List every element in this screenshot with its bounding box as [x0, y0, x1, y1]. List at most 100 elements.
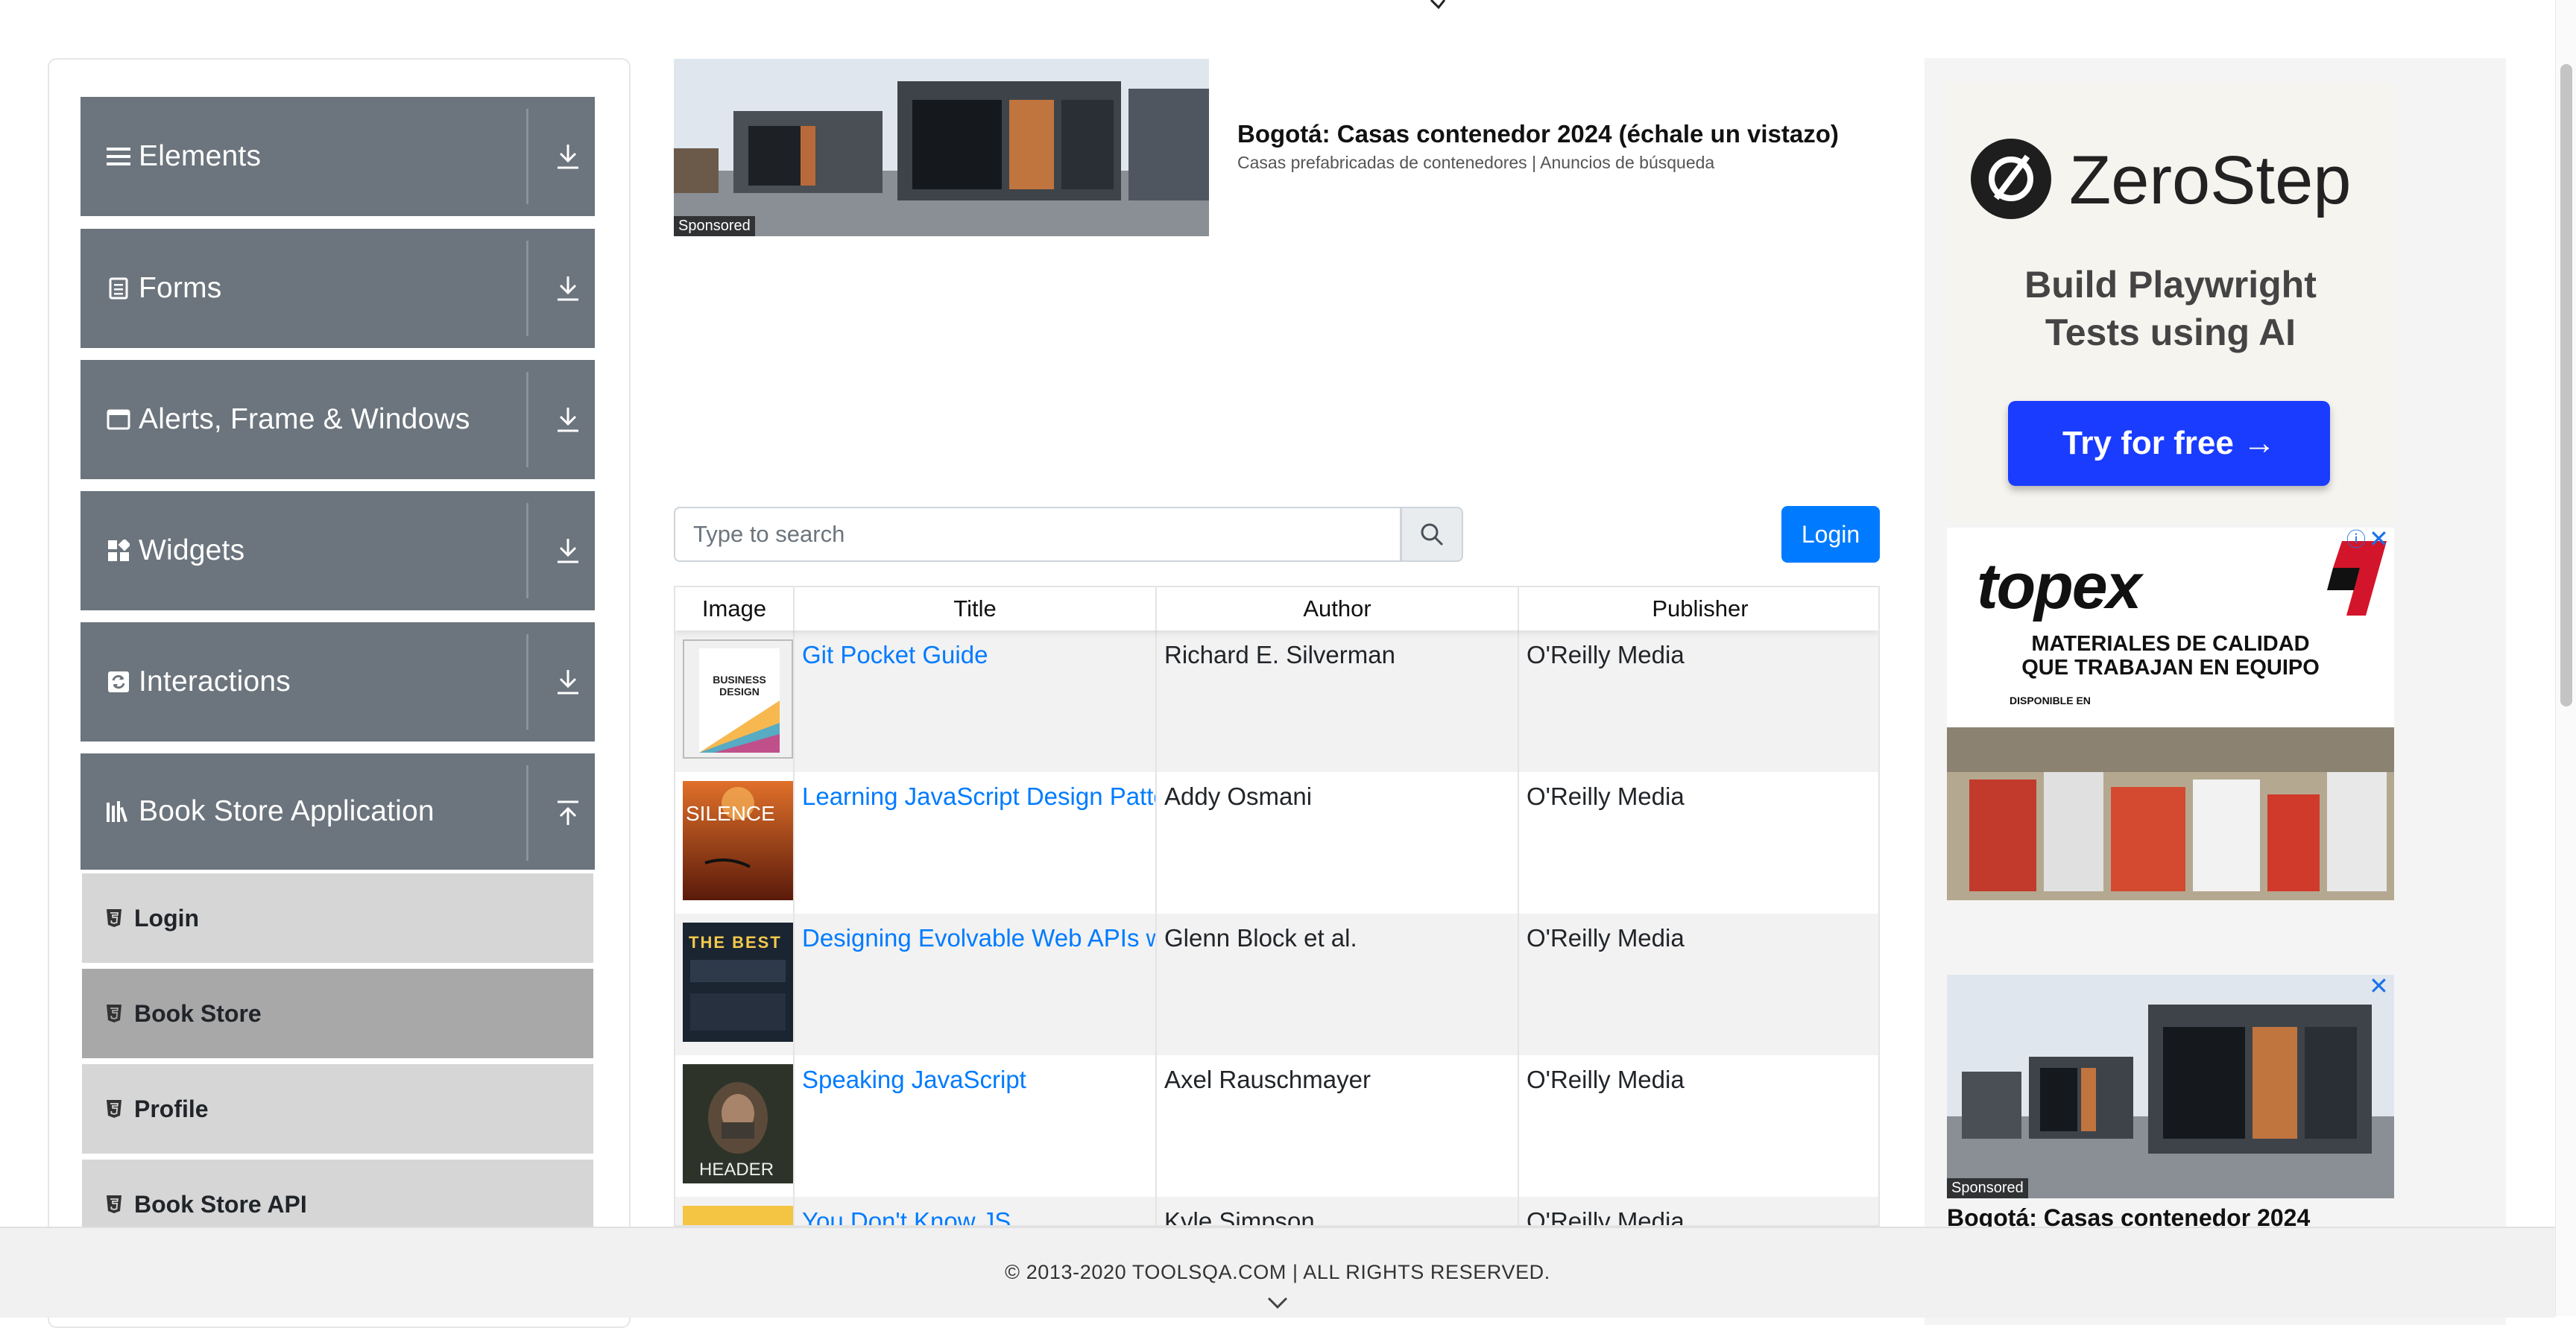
ad-close-icon[interactable]: ✕: [2369, 972, 2389, 1000]
title-cell: You Don't Know JS: [795, 1197, 1157, 1225]
author-text: Addy Osmani: [1164, 782, 1313, 810]
divider: [526, 503, 528, 598]
sponsored-tag: Sponsored: [674, 216, 755, 236]
group-book-store-application[interactable]: Book Store Application: [80, 753, 595, 870]
bottom-ad-image[interactable]: Sponsored: [1947, 975, 2394, 1198]
book-title-link[interactable]: Git Pocket Guide: [802, 641, 988, 669]
scrollbar-thumb[interactable]: [2560, 64, 2572, 706]
divider: [526, 372, 528, 467]
html5-icon: [106, 1098, 125, 1119]
menu-item-profile[interactable]: Profile: [82, 1064, 593, 1157]
publisher-text: O'Reilly Media: [1527, 924, 1685, 952]
window-icon: [106, 407, 131, 432]
publisher-cell: O'Reilly Media: [1519, 1197, 1878, 1227]
publisher-cell: O'Reilly Media: [1519, 772, 1878, 914]
column-header-image[interactable]: Image: [675, 587, 795, 630]
table-row: You Don't Know JS Kyle Simpson O'Reilly …: [675, 1197, 1878, 1227]
grid-icon: [106, 538, 131, 563]
topex-available-text: DISPONIBLE EN: [2010, 695, 2091, 706]
topex-ad[interactable]: topex MATERIALES DE CALIDAD QUE TRABAJAN…: [1947, 528, 2394, 900]
author-cell: Richard E. Silverman: [1157, 630, 1519, 772]
author-text: Kyle Simpson: [1164, 1207, 1315, 1227]
ad-info-icon[interactable]: ⓘ: [2346, 525, 2366, 552]
download-arrow-icon[interactable]: [544, 396, 592, 443]
scrollbar[interactable]: [2555, 0, 2576, 1316]
library-icon: [106, 799, 131, 824]
book-title-link[interactable]: Designing Evolvable Web APIs with ASP.NE…: [802, 924, 1155, 952]
image-cell: [675, 1197, 795, 1225]
book-cover: THE BEST: [683, 923, 793, 1042]
document-icon: [106, 276, 131, 301]
group-label: Alerts, Frame & Windows: [139, 403, 470, 435]
author-cell: Axel Rauschmayer: [1157, 1055, 1519, 1197]
download-arrow-icon[interactable]: [544, 658, 592, 706]
column-header-title[interactable]: Title: [795, 587, 1157, 630]
book-cover: SILENCE: [683, 781, 793, 900]
search-input[interactable]: [674, 507, 1401, 562]
hamburger-icon: [106, 144, 131, 169]
table-row: BUSINESS DESIGN Git Pocket Guide Richard…: [675, 630, 1878, 772]
group-forms[interactable]: Forms: [80, 229, 595, 348]
topex-products-image: [1947, 727, 2394, 900]
group-interactions[interactable]: Interactions: [80, 622, 595, 742]
divider: [526, 109, 528, 204]
topex-brand: topex: [1977, 551, 2141, 622]
footer: © 2013-2020 TOOLSQA.COM | ALL RIGHTS RES…: [0, 1227, 2555, 1318]
publisher-cell: O'Reilly Media: [1519, 630, 1878, 772]
divider: [526, 765, 528, 861]
book-cover: HEADER: [683, 1064, 793, 1183]
group-alerts-frame-windows[interactable]: Alerts, Frame & Windows: [80, 360, 595, 479]
sponsored-tag: Sponsored: [1947, 1178, 2028, 1198]
download-arrow-icon[interactable]: [544, 265, 592, 312]
group-widgets[interactable]: Widgets: [80, 491, 595, 610]
image-cell: SILENCE: [675, 772, 795, 914]
book-cover: BUSINESS DESIGN: [683, 639, 793, 759]
publisher-cell: O'Reilly Media: [1519, 1055, 1878, 1197]
chevron-down-icon[interactable]: [1267, 1295, 1288, 1310]
login-button[interactable]: Login: [1781, 506, 1880, 563]
title-cell: Git Pocket Guide: [795, 630, 1157, 772]
author-cell: Kyle Simpson: [1157, 1197, 1519, 1227]
menu-item-book-store[interactable]: Book Store: [82, 969, 593, 1061]
html5-icon: [106, 1003, 125, 1024]
book-title-link[interactable]: You Don't Know JS: [802, 1207, 1011, 1225]
divider: [526, 634, 528, 730]
author-cell: Glenn Block et al.: [1157, 914, 1519, 1055]
author-cell: Addy Osmani: [1157, 772, 1519, 914]
book-title-link[interactable]: Learning JavaScript Design Patterns: [802, 782, 1155, 811]
top-ad-title[interactable]: Bogotá: Casas contenedor 2024 (échale un…: [1237, 120, 1839, 148]
top-ad-subtitle: Casas prefabricadas de contenedores | An…: [1237, 153, 1715, 172]
menu-item-label: Book Store API: [134, 1190, 307, 1218]
ad-close-icon[interactable]: ✕: [2369, 525, 2389, 553]
title-cell: Learning JavaScript Design Patterns: [795, 772, 1157, 914]
try-for-free-button[interactable]: Try for free →: [2008, 401, 2330, 486]
book-title-link[interactable]: Speaking JavaScript: [802, 1066, 1026, 1094]
cover-text: BUSINESS DESIGN: [713, 674, 766, 698]
menu-item-login[interactable]: Login: [82, 873, 593, 966]
group-elements[interactable]: Elements: [80, 97, 595, 216]
column-header-publisher[interactable]: Publisher: [1519, 587, 1878, 630]
menu-item-label: Login: [134, 904, 200, 932]
html5-icon: [106, 1194, 125, 1215]
title-cell: Speaking JavaScript: [795, 1055, 1157, 1197]
upload-arrow-icon[interactable]: [544, 789, 592, 837]
html5-icon: [106, 908, 125, 929]
download-arrow-icon[interactable]: [544, 527, 592, 575]
zerostep-logo-icon: [1971, 139, 2051, 219]
refresh-icon: [106, 669, 131, 695]
book-cover: [683, 1206, 793, 1225]
publisher-text: O'Reilly Media: [1527, 1207, 1685, 1227]
title-cell: Designing Evolvable Web APIs with ASP.NE…: [795, 914, 1157, 1055]
column-header-author[interactable]: Author: [1157, 587, 1519, 630]
books-table: Image Title Author Publisher BUSINESS DE…: [674, 586, 1880, 1227]
top-ad-image[interactable]: Sponsored: [674, 59, 1209, 236]
image-cell: HEADER: [675, 1055, 795, 1197]
publisher-text: O'Reilly Media: [1527, 641, 1685, 668]
download-arrow-icon[interactable]: [544, 133, 592, 180]
divider: [526, 241, 528, 336]
publisher-cell: O'Reilly Media: [1519, 914, 1878, 1055]
search-button[interactable]: [1401, 507, 1463, 562]
menu-item-label: Book Store: [134, 999, 262, 1027]
topex-line-2: QUE TRABAJAN EN EQUIPO: [2021, 656, 2320, 680]
table-row: HEADER Speaking JavaScript Axel Rauschma…: [675, 1055, 1878, 1197]
